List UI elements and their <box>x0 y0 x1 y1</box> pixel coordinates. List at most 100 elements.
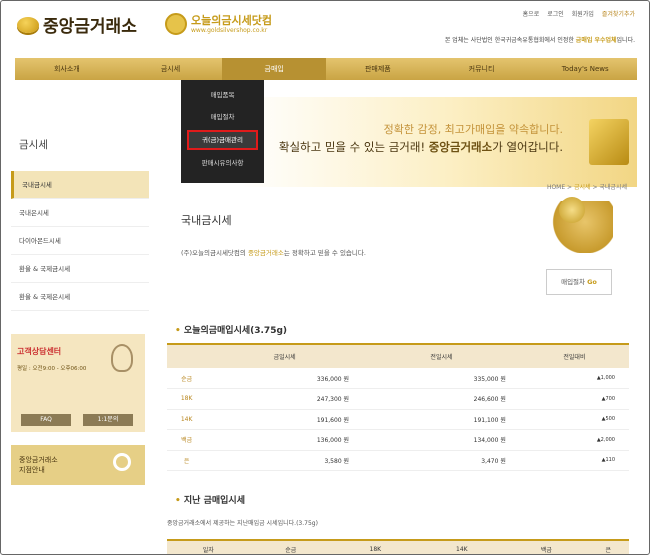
store-line1: 중앙금거래소 <box>19 456 58 464</box>
gold-bar-icon <box>17 16 39 33</box>
gold-logo-icon <box>589 119 629 165</box>
cell-today: 336,000 원 <box>206 368 364 389</box>
page-desc: (주)오늘의금시세닷컴의 중앙금거래소는 정확하고 믿을 수 있습니다. <box>181 247 366 257</box>
col-platinum: 백금 <box>505 539 588 554</box>
notice-suffix: 입니다. <box>616 37 635 44</box>
nav-products[interactable]: 판매제품 <box>326 58 430 80</box>
banner-brand: 중앙금거래소 <box>428 140 493 154</box>
cell-yesterday: 246,600 원 <box>363 388 520 410</box>
bookmark-link[interactable]: 즐겨찾기추가 <box>602 9 635 18</box>
row-label: 14K <box>167 409 207 430</box>
col-type <box>167 343 207 368</box>
agent-icon <box>111 344 133 372</box>
notice-highlight: 금매입 우수업체 <box>575 37 617 44</box>
certification-notice: 본 업체는 사단법인 한국귀금속유통협회에서 인정한 금매입 우수업체입니다. <box>445 35 635 44</box>
table-row: 14K 191,600 원 191,100 원 ▲500 <box>167 409 629 430</box>
sidebar-item-diamond[interactable]: 다이아몬드시세 <box>11 227 149 255</box>
faq-button[interactable]: FAQ <box>21 414 71 426</box>
qna-button[interactable]: 1:1문의 <box>83 414 133 426</box>
cell-today: 136,000 원 <box>206 429 364 451</box>
page-title: 국내금시세 <box>181 214 232 227</box>
store-locator[interactable]: 중앙금거래소지점안내 <box>11 445 145 485</box>
brand[interactable]: 오늘의금시세닷컴 www.goldsilvershop.co.kr <box>165 13 272 35</box>
row-label: 은 <box>167 450 207 471</box>
breadcrumb-home[interactable]: HOME <box>547 184 565 191</box>
brand-name: 오늘의금시세닷컴 <box>191 13 272 27</box>
submenu-items[interactable]: 매입품목 <box>181 84 264 106</box>
table-header: 일자 순금 18K 14K 백금 은 <box>167 539 629 554</box>
signup-link[interactable]: 회원가입 <box>572 9 594 18</box>
go-label: Go <box>587 278 597 286</box>
sidebar-item-intl-silver[interactable]: 환율 & 국제은시세 <box>11 283 149 311</box>
cell-yesterday: 3,470 원 <box>363 450 520 471</box>
login-link[interactable]: 로그인 <box>547 9 564 18</box>
submenu-management[interactable]: 귀(금)금매관리 <box>187 130 258 150</box>
desc-suffix: 는 정확하고 믿을 수 있습니다. <box>283 249 366 257</box>
col-date: 일자 <box>167 539 250 554</box>
cell-today: 191,600 원 <box>206 409 364 430</box>
nav-community[interactable]: 커뮤니티 <box>430 58 534 80</box>
top-links: 홈으로 로그인 회원가입 즐겨찾기추가 <box>523 9 635 18</box>
col-pure-gold: 순금 <box>249 539 333 554</box>
purchase-label: 매입절차 <box>561 278 586 286</box>
nav-news[interactable]: Today's News <box>533 58 637 80</box>
col-yesterday: 전일시세 <box>363 343 520 368</box>
sidebar-title: 금시세 <box>19 139 48 151</box>
table-row: 백금 136,000 원 134,000 원 ▲2,000 <box>167 429 629 451</box>
cell-yesterday: 335,000 원 <box>363 368 520 389</box>
nav-gold-purchase[interactable]: 금매입 <box>222 58 327 80</box>
nav-gold-price[interactable]: 금시세 <box>119 58 223 80</box>
desc-highlight: 중앙금거래소 <box>247 249 284 257</box>
row-label: 순금 <box>167 368 207 389</box>
breadcrumb: HOME > 금시세 > 국내금시세 <box>547 182 627 191</box>
past-desc: 중앙금거래소에서 제공하는 지난매입금 시세입니다.(3.75g) <box>167 520 318 527</box>
row-label: 백금 <box>167 429 207 451</box>
submenu-process[interactable]: 매입절차 <box>181 106 264 128</box>
past-section-title: 지난 금매입시세 <box>175 493 245 506</box>
table-row: 순금 336,000 원 335,000 원 ▲1,000 <box>167 368 629 389</box>
cs-title: 고객상담센터 <box>17 347 62 356</box>
store-line2: 지점안내 <box>19 466 45 474</box>
logo-text: 중앙금거래소 <box>43 17 137 37</box>
header: 중앙금거래소 오늘의금시세닷컴 www.goldsilvershop.co.kr… <box>1 1 649 57</box>
row-label: 18K <box>167 388 207 410</box>
col-14k: 14K <box>418 539 506 554</box>
banner-line2-suffix: 가 열어갑니다. <box>492 140 563 154</box>
breadcrumb-mid[interactable]: 금시세 <box>574 184 591 191</box>
col-today: 금일시세 <box>206 343 364 368</box>
cell-change: ▲700 <box>519 388 629 410</box>
past-price-table: 일자 순금 18K 14K 백금 은 <box>167 539 629 554</box>
cell-yesterday: 134,000 원 <box>363 429 520 451</box>
cell-today: 3,580 원 <box>206 450 364 471</box>
table-row: 18K 247,300 원 246,600 원 ▲700 <box>167 388 629 410</box>
logo[interactable]: 중앙금거래소 <box>17 12 137 37</box>
customer-center: 고객상담센터 평일 : 오전9:00 - 오후06:00 FAQ 1:1문의 <box>11 334 145 432</box>
submenu-dropdown: 매입품목 매입절차 귀(금)금매관리 판매시유의사항 <box>181 80 264 183</box>
breadcrumb-current: 국내금시세 <box>599 184 627 191</box>
desc-text: (주)오늘의금시세닷컴의 <box>181 249 248 257</box>
table-row: 은 3,580 원 3,470 원 ▲110 <box>167 450 629 471</box>
col-change: 전일대비 <box>519 343 629 368</box>
magnifier-icon <box>113 453 131 471</box>
table-header: 금일시세 전일시세 전일대비 <box>167 343 629 368</box>
banner-line2-text: 확실하고 믿을 수 있는 금거래! <box>278 140 429 154</box>
home-link[interactable]: 홈으로 <box>523 9 540 18</box>
sidebar-item-domestic-silver[interactable]: 국내은시세 <box>11 199 149 227</box>
store-text: 중앙금거래소지점안내 <box>19 455 58 475</box>
breadcrumb-sep: > <box>565 184 574 191</box>
cell-today: 247,300 원 <box>206 388 364 410</box>
page: 중앙금거래소 오늘의금시세닷컴 www.goldsilvershop.co.kr… <box>0 0 650 555</box>
submenu-caution[interactable]: 판매시유의사항 <box>181 152 264 174</box>
purchase-process-button[interactable]: 매입절차 Go <box>546 269 612 295</box>
cell-change: ▲110 <box>519 450 629 471</box>
nav-company[interactable]: 회사소개 <box>15 58 119 80</box>
sidebar-item-domestic-gold[interactable]: 국내금시세 <box>11 171 149 199</box>
cs-hours: 평일 : 오전9:00 - 오후06:00 <box>17 366 87 372</box>
notice-text: 본 업체는 사단법인 한국귀금속유통협회에서 인정한 <box>444 37 576 44</box>
sidebar-item-intl-gold[interactable]: 환율 & 국제금시세 <box>11 255 149 283</box>
cell-change: ▲1,000 <box>519 368 629 389</box>
cell-yesterday: 191,100 원 <box>363 409 520 430</box>
banner-line2: 확실하고 믿을 수 있는 금거래! 중앙금거래소가 열어갑니다. <box>279 139 563 155</box>
banner-line1: 정확한 감정, 최고가매입을 약속합니다. <box>383 123 563 136</box>
col-18k: 18K <box>332 539 419 554</box>
